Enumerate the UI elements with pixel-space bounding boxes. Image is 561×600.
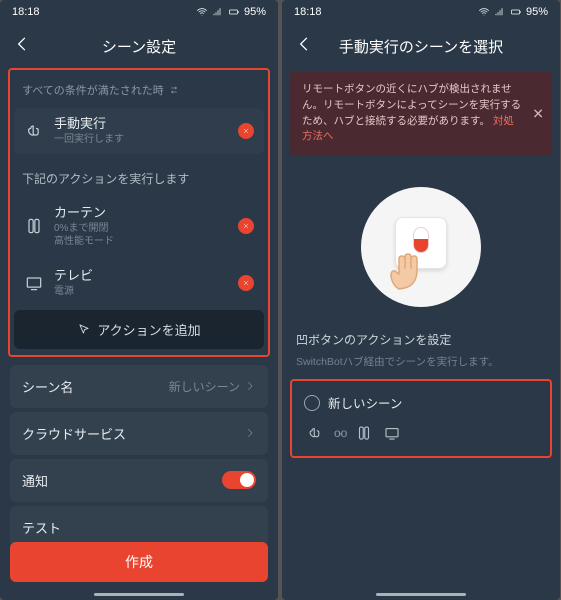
delete-trigger-button[interactable]: [238, 123, 254, 139]
notification-toggle[interactable]: [222, 471, 256, 489]
status-bar: 18:18 95%: [282, 0, 560, 24]
scene-option-row[interactable]: 新しいシーン: [300, 391, 542, 422]
battery-percent: 95%: [244, 6, 266, 18]
status-icons: 95%: [478, 6, 548, 18]
screen-2: 18:18 95% 手動実行のシーンを選択 リモートボタンの近くにハブが検出され…: [282, 0, 560, 600]
radio-unselected[interactable]: [304, 395, 320, 411]
chevron-right-icon: [244, 380, 256, 392]
actions-label: 下記のアクションを実行します: [14, 158, 264, 193]
curtain-icon: [355, 424, 373, 442]
battery-icon: [510, 6, 522, 18]
illustration: [282, 159, 560, 327]
scene-select-highlight: 新しいシーン o-o: [290, 379, 552, 458]
notification-row[interactable]: 通知: [10, 459, 268, 502]
signal-icon: [494, 6, 506, 18]
config-section-sub: SwitchBotハブ経由でシーンを実行します。: [282, 352, 560, 377]
tap-icon: [306, 424, 324, 442]
status-time: 18:18: [12, 6, 40, 18]
action-tv-row[interactable]: テレビ 電源: [14, 260, 264, 306]
nav-handle: [376, 593, 466, 596]
tv-icon: [383, 424, 401, 442]
curtain-icon: [24, 214, 44, 238]
delete-action-button[interactable]: [238, 275, 254, 291]
main-config-highlight: すべての条件が満たされた時 手動実行 一回実行します 下記のアクションを実行しま…: [8, 68, 270, 357]
scene-name-row[interactable]: シーン名 新しいシーン: [10, 365, 268, 408]
wifi-icon: [478, 6, 490, 18]
tap-icon: [24, 119, 44, 143]
page-title: シーン設定: [36, 36, 242, 57]
header: シーン設定: [0, 24, 278, 68]
scene-device-chain: o-o: [300, 422, 542, 444]
link-icon: o-o: [334, 426, 345, 440]
create-button[interactable]: 作成: [10, 542, 268, 582]
chevron-right-icon: [244, 427, 256, 439]
battery-icon: [228, 6, 240, 18]
hand-icon: [389, 251, 435, 291]
header: 手動実行のシーンを選択: [282, 24, 560, 68]
signal-icon: [212, 6, 224, 18]
close-alert-button[interactable]: ✕: [532, 103, 544, 124]
trigger-title: 手動実行: [54, 116, 228, 133]
tv-icon: [24, 271, 44, 295]
trigger-manual-row[interactable]: 手動実行 一回実行します: [14, 108, 264, 154]
back-button[interactable]: [12, 34, 36, 59]
swap-icon: [168, 84, 180, 96]
battery-percent: 95%: [526, 6, 548, 18]
add-action-button[interactable]: アクションを追加: [14, 310, 264, 349]
config-section-title: 凹ボタンのアクションを設定: [282, 327, 560, 352]
status-bar: 18:18 95%: [0, 0, 278, 24]
cloud-service-row[interactable]: クラウドサービス: [10, 412, 268, 455]
screen-1: 18:18 95% シーン設定 すべての条件が満たされた時: [0, 0, 278, 600]
conditions-label: すべての条件が満たされた時: [14, 76, 264, 104]
page-title: 手動実行のシーンを選択: [318, 36, 524, 57]
back-button[interactable]: [294, 34, 318, 59]
status-time: 18:18: [294, 6, 322, 18]
wifi-icon: [196, 6, 208, 18]
status-icons: 95%: [196, 6, 266, 18]
trigger-sub: 一回実行します: [54, 133, 228, 146]
hub-alert: リモートボタンの近くにハブが検出されません。リモートボタンによってシーンを実行す…: [290, 72, 552, 155]
cursor-icon: [77, 322, 91, 336]
nav-handle: [94, 593, 184, 596]
delete-action-button[interactable]: [238, 218, 254, 234]
action-curtain-row[interactable]: カーテン 0%まで開閉 高性能モード: [14, 197, 264, 256]
